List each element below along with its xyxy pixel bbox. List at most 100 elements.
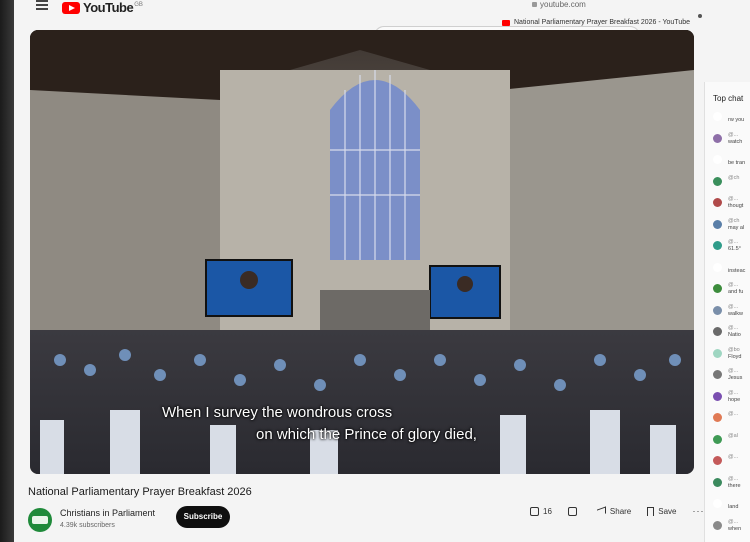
chat-avatar-icon[interactable] (713, 219, 722, 229)
share-label: Share (609, 506, 632, 516)
thumbs-down-icon (567, 506, 577, 516)
chat-body: when (728, 525, 742, 532)
chat-message: @... hope (713, 390, 740, 404)
chat-body: may al (728, 224, 745, 231)
chat-author: @... (728, 411, 739, 417)
chat-author: @ch (728, 174, 740, 181)
chat-body: rw you (728, 117, 745, 123)
chat-message-text: @... and fu (728, 282, 743, 296)
chat-avatar-icon[interactable] (713, 456, 722, 465)
like-count: 16 (543, 506, 552, 516)
chat-avatar-icon[interactable] (713, 477, 722, 487)
address-bar[interactable]: youtube.com (532, 0, 586, 9)
chat-message: @... Natio (713, 325, 741, 339)
chat-message: @al (713, 433, 738, 444)
subscribe-button[interactable]: Subscribe (176, 506, 230, 528)
chat-message: @... and fu (713, 282, 743, 296)
chat-author: @bo (728, 346, 740, 353)
chat-message-text: @... watch (728, 132, 742, 146)
chat-header[interactable]: Top chat (713, 94, 743, 103)
chat-avatar-icon[interactable] (713, 176, 722, 186)
chat-message-text: @ch (728, 175, 739, 186)
chat-body: thougt (728, 203, 744, 209)
chat-message: @... when (713, 519, 741, 533)
chat-message-text: @... thougt (728, 196, 743, 210)
chat-avatar-icon[interactable] (713, 413, 722, 422)
logo-text: YouTube (83, 0, 134, 15)
url-text: youtube.com (540, 0, 586, 9)
chat-message-text: insteac (728, 261, 745, 275)
chat-avatar-icon[interactable] (713, 284, 722, 293)
subscriber-count: 4.39k subscribers (60, 522, 115, 529)
chat-author: @al (728, 432, 738, 439)
chat-message-text: @ch may al (728, 218, 744, 232)
chat-body: Natio (728, 332, 741, 338)
chat-author: @... (728, 389, 739, 396)
tab-title[interactable]: National Parliamentary Prayer Breakfast … (502, 19, 690, 26)
tab-title-text: National Parliamentary Prayer Breakfast … (514, 19, 691, 26)
tab-favicon-icon (502, 19, 510, 26)
chat-author: @... (728, 454, 739, 460)
chat-message: @... 61.5° (713, 239, 741, 253)
chat-avatar-icon[interactable] (713, 327, 722, 336)
dot-icon (698, 14, 702, 18)
chat-avatar-icon[interactable] (713, 133, 722, 143)
chat-author: @... (728, 282, 739, 288)
chat-avatar-icon[interactable] (713, 305, 722, 315)
chat-message-text: @... Natio (728, 325, 741, 339)
chat-message-text: land (728, 497, 738, 511)
logo-region: GB (134, 1, 143, 8)
chat-message-text: @... hope (728, 390, 740, 404)
chat-avatar-icon[interactable] (713, 198, 722, 207)
hamburger-menu-icon[interactable] (36, 0, 48, 10)
chat-avatar-icon[interactable] (713, 155, 722, 164)
channel-avatar[interactable] (28, 508, 52, 532)
chat-message-text: rw you (728, 110, 744, 124)
chat-body: be tran (728, 160, 746, 166)
chat-message: @... walkw (713, 304, 743, 318)
lock-icon (532, 2, 537, 7)
chat-author: @... (728, 196, 739, 202)
chat-message: @... thougt (713, 196, 743, 210)
chat-message: @... watch (713, 132, 742, 146)
chat-message: @ch may al (713, 218, 744, 232)
chat-author: @... (728, 475, 739, 482)
chat-message: @... (713, 454, 738, 465)
share-button[interactable]: Share (589, 500, 639, 522)
chat-author: @... (728, 518, 739, 525)
chat-body: 61.5° (728, 246, 741, 252)
chat-message-text: @... (728, 411, 738, 422)
chat-avatar-icon[interactable] (713, 241, 722, 250)
chat-avatar-icon[interactable] (713, 370, 722, 379)
chat-message: @bo Floyd (713, 347, 741, 361)
chat-message: @... (713, 411, 738, 422)
channel-name[interactable]: Christians in Parliament (60, 508, 155, 518)
chat-avatar-icon[interactable] (713, 348, 722, 358)
chat-message: be tran (713, 153, 745, 167)
youtube-play-icon (62, 1, 80, 14)
live-chat-panel: Top chat rw you @... watch be tran @ch @... th… (704, 82, 750, 542)
chat-avatar-icon[interactable] (713, 112, 722, 121)
chat-message-text: @... (728, 454, 738, 465)
chat-avatar-icon[interactable] (713, 499, 722, 508)
chat-message-text: be tran (728, 153, 745, 167)
chat-message-text: @... there (728, 476, 741, 490)
chat-author: @... (728, 303, 739, 310)
chat-avatar-icon[interactable] (713, 520, 722, 530)
more-icon: ··· (692, 506, 705, 516)
thumbs-up-icon (530, 506, 539, 516)
dislike-button[interactable] (560, 500, 589, 522)
chat-body: walkw (728, 310, 743, 317)
like-button[interactable]: 16 (522, 500, 560, 522)
chat-body: watch (728, 138, 743, 145)
chat-avatar-icon[interactable] (713, 434, 722, 444)
chat-avatar-icon[interactable] (713, 262, 722, 272)
chat-author: @... (728, 325, 739, 331)
save-button[interactable]: Save (639, 500, 684, 522)
chat-avatar-icon[interactable] (713, 391, 722, 401)
chat-message: @... Jesus (713, 368, 742, 382)
chat-message: land (713, 497, 738, 511)
video-player[interactable]: When I survey the wondrous cross on whic… (30, 30, 694, 474)
youtube-logo[interactable]: YouTube GB (62, 0, 143, 15)
chat-message-text: @bo Floyd (728, 347, 741, 361)
